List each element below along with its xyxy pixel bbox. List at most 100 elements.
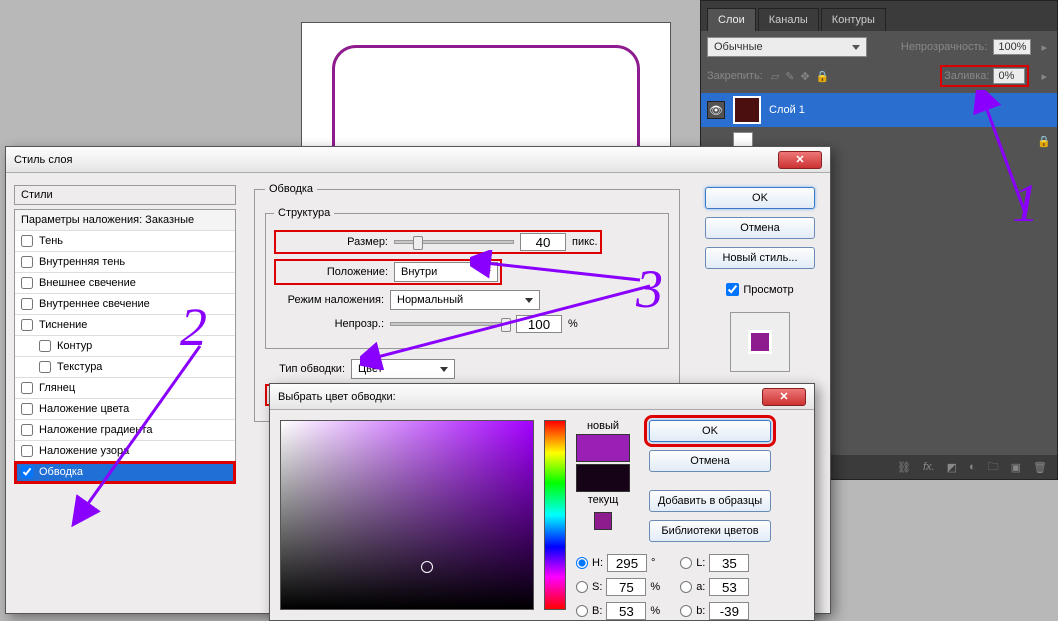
size-group-highlight: Размер: пикс. [274,230,602,254]
effect-label: Наложение градиента [39,424,153,436]
size-slider[interactable] [394,240,514,244]
new-label: новый [587,420,619,432]
tab-paths[interactable]: Контуры [821,8,886,31]
a-label: a: [696,581,705,593]
preview-checkbox[interactable] [726,283,739,296]
effect-stroke[interactable]: Обводка [15,462,235,483]
new-layer-icon[interactable]: ▣ [1011,461,1021,474]
close-button[interactable]: ✕ [778,151,822,169]
stroke-type-dropdown[interactable]: Цвет [351,359,455,379]
add-swatch-button[interactable]: Добавить в образцы [649,490,771,512]
b-input[interactable] [606,602,646,620]
opacity-label: Непрозрачность: [901,41,987,53]
effect-satin[interactable]: Глянец [15,378,235,399]
a-field-row: a: [680,578,749,596]
checkbox[interactable] [21,403,33,415]
ok-button[interactable]: OK [705,187,815,209]
layer-fx-icon[interactable]: fx. [923,461,935,473]
lock-pixels-icon[interactable]: ✎ [785,70,794,83]
h-input[interactable] [607,554,647,572]
cancel-button[interactable]: Отмена [705,217,815,239]
new-style-button[interactable]: Новый стиль... [705,247,815,269]
s-label: S: [592,581,602,593]
color-picker-titlebar[interactable]: Выбрать цвет обводки: ✕ [270,384,814,410]
checkbox[interactable] [21,382,33,394]
group-icon[interactable]: 🗀 [988,458,999,477]
annotation-3: 3 [636,258,663,320]
layer-visibility-icon[interactable]: 👁 [707,101,725,119]
checkbox[interactable] [21,466,33,478]
layer-style-titlebar[interactable]: Стиль слоя ✕ [6,147,830,173]
effect-inner-shadow[interactable]: Внутренняя тень [15,252,235,273]
stroke-opacity-slider[interactable] [390,322,510,326]
layer-thumbnail[interactable] [733,96,761,124]
lock-transparency-icon[interactable]: ▱ [771,70,779,83]
checkbox[interactable] [21,277,33,289]
effect-outer-glow[interactable]: Внешнее свечение [15,273,235,294]
effect-label: Внутренняя тень [39,256,125,268]
b-field-row: B:% [576,602,660,620]
fill-opacity-group: Заливка: 0% [940,65,1029,87]
lab-b-radio[interactable] [680,605,692,617]
color-field[interactable] [280,420,534,610]
effect-pattern-overlay[interactable]: Наложение узора [15,441,235,462]
effect-drop-shadow[interactable]: Тень [15,231,235,252]
checkbox[interactable] [21,424,33,436]
effect-gradient-overlay[interactable]: Наложение градиента [15,420,235,441]
s-radio[interactable] [576,581,588,593]
h-radio[interactable] [576,557,588,569]
blending-options-item[interactable]: Параметры наложения: Заказные [15,210,235,231]
effect-texture[interactable]: Текстура [15,357,235,378]
slider-handle-icon[interactable] [501,318,511,332]
checkbox[interactable] [39,361,51,373]
checkbox[interactable] [21,256,33,268]
a-radio[interactable] [680,581,692,593]
l-radio[interactable] [680,557,692,569]
checkbox[interactable] [21,445,33,457]
checkbox[interactable] [21,235,33,247]
color-field-picker-icon[interactable] [421,561,433,573]
s-input[interactable] [606,578,646,596]
websafe-swatch[interactable] [594,512,612,530]
opacity-value[interactable]: 100% [993,39,1031,55]
checkbox[interactable] [39,340,51,352]
blend-dropdown[interactable]: Нормальный [390,290,540,310]
slider-handle-icon[interactable] [413,236,423,250]
size-input[interactable] [520,233,566,251]
link-layers-icon[interactable]: ⛓ [897,461,911,474]
effect-color-overlay[interactable]: Наложение цвета [15,399,235,420]
fill-flyout-icon[interactable]: ▸ [1037,70,1051,83]
opacity-flyout-icon[interactable]: ▸ [1037,41,1051,54]
layer-name[interactable]: Слой 1 [769,104,805,116]
ok-button[interactable]: OK [649,420,771,442]
layer-row-selected[interactable]: 👁 Слой 1 [701,93,1057,127]
checkbox[interactable] [21,298,33,310]
l-input[interactable] [709,554,749,572]
preview-checkbox-group[interactable]: Просмотр [726,283,793,296]
a-input[interactable] [709,578,749,596]
lock-position-icon[interactable]: ✥ [800,70,809,83]
layer-mask-icon[interactable]: ◩ [947,461,957,474]
lab-b-input[interactable] [709,602,749,620]
effect-label: Контур [57,340,92,352]
s-field-row: S:% [576,578,660,596]
fill-value[interactable]: 0% [993,68,1025,84]
adjustment-layer-icon[interactable]: ◐ [969,461,976,473]
color-picker-dialog: Выбрать цвет обводки: ✕ новый текущ OK О… [269,383,815,621]
tab-layers[interactable]: Слои [707,8,756,31]
position-dropdown[interactable]: Внутри [394,262,498,282]
new-color-swatch[interactable] [576,434,630,462]
b-radio[interactable] [576,605,588,617]
stroke-opacity-input[interactable] [516,315,562,333]
hue-slider[interactable] [544,420,566,610]
close-button[interactable]: ✕ [762,388,806,406]
color-libs-button[interactable]: Библиотеки цветов [649,520,771,542]
checkbox[interactable] [21,319,33,331]
lock-all-icon[interactable]: 🔒 [816,70,830,83]
cancel-button[interactable]: Отмена [649,450,771,472]
delete-layer-icon[interactable]: 🗑 [1033,461,1047,474]
blend-mode-dropdown[interactable]: Обычные [707,37,867,57]
tab-channels[interactable]: Каналы [758,8,819,31]
current-color-swatch[interactable] [576,464,630,492]
styles-heading[interactable]: Стили [14,185,236,205]
